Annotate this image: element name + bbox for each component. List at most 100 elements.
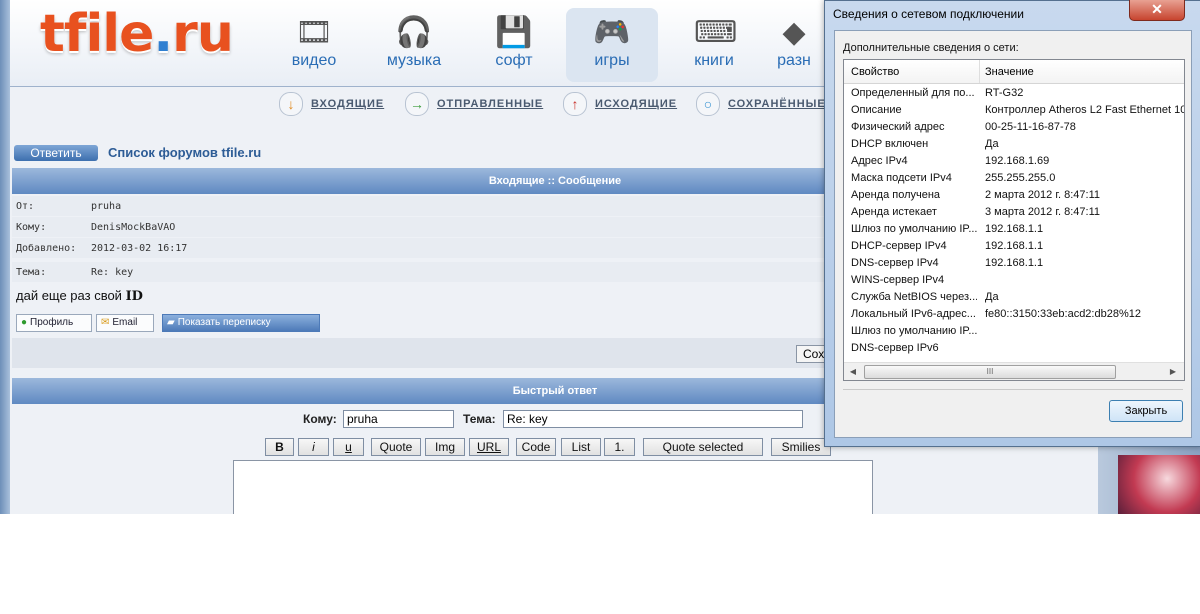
box-icon: ◆ xyxy=(782,16,806,49)
gamepad-icon: 🎮 xyxy=(593,16,631,49)
nav-box[interactable]: ◆ разн xyxy=(764,8,824,82)
listview-row[interactable]: DNS-сервер IPv6 xyxy=(844,340,1184,357)
reply-button[interactable]: Ответить xyxy=(14,145,98,161)
horizontal-scrollbar[interactable]: ◀ III ▶ xyxy=(844,362,1184,380)
scroll-thumb[interactable]: III xyxy=(864,365,1116,379)
property-cell: DHCP включен xyxy=(851,138,929,150)
value-cell: 192.168.1.1 xyxy=(985,257,1044,269)
toolbar-button-10[interactable]: Smilies xyxy=(771,438,831,456)
value-cell: 192.168.1.69 xyxy=(985,155,1050,167)
value-cell: 255.255.255.0 xyxy=(985,172,1056,184)
nav-typewriter[interactable]: ⌨ книги xyxy=(668,8,760,82)
sent-arrow-icon: → xyxy=(405,92,429,116)
listview-row[interactable]: Шлюз по умолчанию IP... 192.168.1.1 xyxy=(844,221,1184,238)
nav-gamepad[interactable]: 🎮 игры xyxy=(566,8,658,82)
dialog-close-button[interactable]: ✕ xyxy=(1129,0,1185,21)
message-body: дай еще раз свой ID xyxy=(16,288,143,304)
listview-row[interactable]: Маска подсети IPv4 255.255.255.0 xyxy=(844,170,1184,187)
nav-label: музыка xyxy=(386,52,442,69)
typewriter-icon: ⌨ xyxy=(694,16,738,49)
envelope-icon: ✉ xyxy=(101,317,110,328)
outbox-arrow-icon: ↑ xyxy=(563,92,587,116)
listview-row[interactable]: DNS-сервер IPv4 192.168.1.1 xyxy=(844,255,1184,272)
listview-row[interactable]: DHCP-сервер IPv4 192.168.1.1 xyxy=(844,238,1184,255)
subject-input[interactable]: Re: key xyxy=(503,410,803,428)
toolbar-button-7[interactable]: List xyxy=(561,438,601,456)
to-label: Кому: xyxy=(303,412,337,426)
column-separator[interactable] xyxy=(979,60,980,83)
film-reel-icon: 🎞 xyxy=(294,16,334,49)
property-cell: Шлюз по умолчанию IP... xyxy=(851,325,977,337)
headphones-icon: 🎧 xyxy=(395,16,433,49)
mailbox-link-0[interactable]: ↓ ВХОДЯЩИЕ xyxy=(279,92,384,116)
property-cell: WINS-сервер IPv4 xyxy=(851,274,945,286)
toolbar-button-6[interactable]: Code xyxy=(516,438,556,456)
details-listview[interactable]: Свойство Значение Определенный для по...… xyxy=(843,59,1185,381)
listview-row[interactable]: Аренда получена 2 марта 2012 г. 8:47:11 xyxy=(844,187,1184,204)
listview-row[interactable]: Физический адрес 00-25-11-16-87-78 xyxy=(844,119,1184,136)
value-cell: 2 марта 2012 г. 8:47:11 xyxy=(985,189,1101,201)
browser-frame-left xyxy=(0,0,10,514)
scroll-left-icon[interactable]: ◀ xyxy=(846,365,860,378)
field-value: DenisMockBaVAO xyxy=(91,222,176,233)
scroll-right-icon[interactable]: ▶ xyxy=(1166,365,1180,378)
mailbox-link-3[interactable]: ○ СОХРАНЁННЫЕ xyxy=(696,92,826,116)
show-thread-button[interactable]: ▰ Показать переписку xyxy=(162,314,320,332)
mailbox-label[interactable]: ВХОДЯЩИЕ xyxy=(311,98,384,110)
toolbar-button-9[interactable]: Quote selected xyxy=(643,438,763,456)
property-cell: Аренда получена xyxy=(851,189,941,201)
dialog-close-action-button[interactable]: Закрыть xyxy=(1109,400,1183,422)
field-label: От: xyxy=(16,201,35,212)
listview-row[interactable]: Шлюз по умолчанию IP... xyxy=(844,323,1184,340)
listview-row[interactable]: DHCP включен Да xyxy=(844,136,1184,153)
mailbox-link-2[interactable]: ↑ ИСХОДЯЩИЕ xyxy=(563,92,677,116)
forum-list-link[interactable]: Список форумов tfile.ru xyxy=(108,145,261,160)
dialog-divider xyxy=(843,389,1183,390)
side-artwork xyxy=(1118,455,1200,514)
nav-film-reel[interactable]: 🎞 видео xyxy=(268,8,360,82)
email-button[interactable]: ✉ Email xyxy=(96,314,154,332)
message-textarea[interactable] xyxy=(233,460,873,514)
profile-button[interactable]: ● Профиль xyxy=(16,314,92,332)
nav-label: видео xyxy=(291,52,337,69)
listview-row[interactable]: Адрес IPv4 192.168.1.69 xyxy=(844,153,1184,170)
nav-headphones[interactable]: 🎧 музыка xyxy=(368,8,460,82)
toolbar-button-3[interactable]: Quote xyxy=(371,438,421,456)
property-cell: Маска подсети IPv4 xyxy=(851,172,952,184)
listview-row[interactable]: Аренда истекает 3 марта 2012 г. 8:47:11 xyxy=(844,204,1184,221)
property-cell: Определенный для по... xyxy=(851,87,975,99)
toolbar-button-0[interactable]: B xyxy=(265,438,294,456)
mailbox-label[interactable]: СОХРАНЁННЫЕ xyxy=(728,98,826,110)
listview-row[interactable]: Служба NetBIOS через... Да xyxy=(844,289,1184,306)
user-icon: ● xyxy=(21,317,28,328)
close-icon: ✕ xyxy=(1151,1,1163,17)
toolbar-button-5[interactable]: URL xyxy=(469,438,509,456)
toolbar-button-2[interactable]: u xyxy=(333,438,364,456)
column-property[interactable]: Свойство xyxy=(851,66,899,78)
toolbar-button-4[interactable]: Img xyxy=(425,438,465,456)
column-value[interactable]: Значение xyxy=(985,66,1034,78)
value-cell: 192.168.1.1 xyxy=(985,223,1044,235)
mailbox-label[interactable]: ИСХОДЯЩИЕ xyxy=(595,98,677,110)
nav-floppy-disk[interactable]: 💾 софт xyxy=(468,8,560,82)
listview-header: Свойство Значение xyxy=(844,60,1184,84)
mailbox-link-1[interactable]: → ОТПРАВЛЕННЫЕ xyxy=(405,92,543,116)
listview-row[interactable]: WINS-сервер IPv4 xyxy=(844,272,1184,289)
value-cell: RT-G32 xyxy=(985,87,1024,99)
listview-row[interactable]: Локальный IPv6-адрес... fe80::3150:33eb:a… xyxy=(844,306,1184,323)
listview-row[interactable]: Описание Контроллер Atheros L2 Fast Ether… xyxy=(844,102,1184,119)
nav-label: разн xyxy=(777,52,811,69)
to-input[interactable]: pruha xyxy=(343,410,454,428)
mailbox-label[interactable]: ОТПРАВЛЕННЫЕ xyxy=(437,98,543,110)
site-logo[interactable]: tfile.ru xyxy=(40,4,234,64)
field-value: Re: key xyxy=(91,267,134,278)
toolbar-button-8[interactable]: 1. xyxy=(604,438,635,456)
property-cell: Шлюз по умолчанию IP... xyxy=(851,223,977,235)
property-cell: Локальный IPv6-адрес... xyxy=(851,308,976,320)
property-cell: DNS-сервер IPv6 xyxy=(851,342,939,354)
property-cell: DNS-сервер IPv4 xyxy=(851,257,939,269)
listview-row[interactable]: Определенный для по... RT-G32 xyxy=(844,85,1184,102)
field-label: Тема: xyxy=(16,267,47,278)
value-cell: Да xyxy=(985,138,999,150)
toolbar-button-1[interactable]: i xyxy=(298,438,329,456)
